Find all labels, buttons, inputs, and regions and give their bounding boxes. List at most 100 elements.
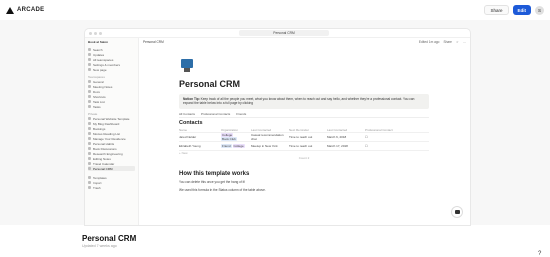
plus-icon	[88, 68, 91, 71]
cell-next[interactable]: Time to reach out	[289, 135, 327, 139]
page-icon	[88, 132, 91, 135]
share-button[interactable]: Share	[484, 5, 509, 15]
cell-date[interactable]: March 6, 2018	[327, 135, 365, 139]
arcade-logo-icon	[6, 6, 14, 14]
template-icon	[88, 176, 91, 179]
page-icon	[88, 142, 91, 145]
page-icon	[88, 147, 91, 150]
close-dot-icon[interactable]	[89, 31, 92, 35]
callout-text: Keep track of all the people you meet, w…	[183, 97, 415, 106]
footer-subtitle: Updated 7 weeks ago	[82, 244, 117, 248]
tip-callout: Notion Tip: Keep track of all the people…	[179, 94, 429, 109]
sidebar-item[interactable]: New page	[88, 67, 135, 72]
page-content: Personal CRM Edited 1m ago Share ☆ … Per…	[139, 38, 470, 225]
page-title[interactable]: Personal CRM	[179, 79, 429, 89]
sidebar-item[interactable]: Trash	[88, 185, 135, 190]
callout-label: Notion Tip:	[183, 97, 200, 101]
table-row[interactable]: Elizabeth Young Friend College Meetup in …	[179, 142, 429, 151]
column-header[interactable]: Organization	[221, 128, 251, 132]
page-icon	[88, 157, 91, 160]
column-header[interactable]: Last Contacted	[251, 128, 289, 132]
window-titlebar: Personal CRM	[85, 29, 470, 38]
cell-organization[interactable]: Friend College	[221, 143, 251, 148]
avatar[interactable]: S	[535, 5, 544, 15]
chat-bubble-button[interactable]	[452, 207, 462, 217]
cell-name[interactable]: Jared Nelder	[179, 135, 221, 139]
search-icon	[88, 48, 91, 51]
minimize-dot-icon[interactable]	[94, 31, 97, 35]
sidebar-top-list: Search Updates All teamspaces Settings &…	[88, 47, 135, 72]
tab-all-contacts[interactable]: All Contacts	[179, 112, 195, 116]
sidebar-private-list: Personal Website Template My Blog Dashbo…	[88, 116, 135, 171]
page-icon	[88, 137, 91, 140]
count-label: Count 2	[298, 156, 310, 161]
tag: Friend	[221, 143, 232, 148]
column-header[interactable]: Next Reminder	[289, 128, 327, 132]
cell-next[interactable]: Time to reach out	[289, 144, 327, 148]
sidebar-item-personal-crm[interactable]: Personal CRM	[88, 166, 135, 171]
checkbox[interactable]: ☐	[365, 144, 405, 148]
tag: College	[232, 143, 245, 148]
page-icon	[88, 152, 91, 155]
trash-icon	[88, 186, 91, 189]
page-share-button[interactable]: Share	[443, 40, 452, 44]
cell-name[interactable]: Elizabeth Young	[179, 144, 221, 148]
clock-icon	[88, 53, 91, 56]
computer-stand-shape	[184, 68, 190, 72]
gear-icon	[88, 63, 91, 66]
tab-friends[interactable]: Friends	[236, 112, 246, 116]
cell-last[interactable]: Casual recommendation chat	[251, 133, 289, 141]
sidebar-item[interactable]: Tasks	[88, 104, 135, 109]
maximize-dot-icon[interactable]	[99, 31, 102, 35]
database-tabs: All Contacts Professional Contacts Frien…	[179, 112, 429, 118]
column-header[interactable]: Last Contacted	[327, 128, 365, 132]
paragraph: You can delete this once you get the han…	[179, 179, 246, 184]
cell-organization[interactable]: CollegeBook Club	[221, 132, 251, 141]
cell-last[interactable]: Meetup in New York	[251, 144, 289, 148]
chat-icon	[454, 210, 460, 214]
table-row[interactable]: Jared Nelder CollegeBook Club Casual rec…	[179, 132, 429, 142]
page-topbar: Personal CRM Edited 1m ago Share ☆ …	[139, 38, 470, 45]
breadcrumb[interactable]: Personal CRM	[143, 40, 164, 44]
import-icon	[88, 181, 91, 184]
sidebar-item[interactable]: Personal Website Template	[88, 116, 135, 121]
edited-meta: Edited 1m ago	[418, 39, 440, 44]
favorite-icon[interactable]: ☆	[456, 40, 459, 44]
help-icon[interactable]: ?	[538, 251, 541, 257]
footer-title: Personal CRM	[82, 234, 137, 243]
workspace-name[interactable]: Book at Salon	[88, 40, 135, 44]
contacts-table: Name Organization Last Contacted Next Re…	[179, 128, 429, 161]
page-body: Personal CRM Notion Tip: Keep track of a…	[179, 58, 429, 197]
page-icon	[88, 127, 91, 130]
checkbox[interactable]: ☐	[365, 135, 405, 139]
brand-name: ARCADE	[17, 7, 45, 13]
computer-screen-shape	[181, 59, 193, 68]
page-icon	[88, 117, 91, 120]
paragraph: We used this formula in the Status colum…	[179, 188, 266, 193]
address-bar[interactable]: Personal CRM	[239, 30, 329, 36]
page-icon	[88, 90, 91, 93]
page-icon	[88, 85, 91, 88]
more-icon[interactable]: …	[463, 40, 466, 44]
edit-button[interactable]: Edit	[512, 5, 531, 15]
page-icon	[88, 80, 91, 83]
section-heading: How this template works	[179, 170, 250, 177]
app-window: Personal CRM Book at Salon Search Update…	[85, 29, 470, 225]
column-header[interactable]: Professional Contact	[365, 128, 405, 132]
page-icon	[88, 167, 91, 170]
grid-icon	[88, 58, 91, 61]
page-icon	[88, 95, 91, 98]
computer-icon[interactable]	[179, 58, 195, 74]
page-icon	[88, 100, 91, 103]
window-controls	[89, 31, 102, 35]
column-header[interactable]: Name	[179, 128, 221, 132]
sidebar: Book at Salon Search Updates All teamspa…	[85, 38, 139, 225]
page-icon	[88, 162, 91, 165]
brand[interactable]: ARCADE	[6, 6, 44, 14]
footer: Personal CRM Updated 7 weeks ago	[82, 234, 136, 248]
page-icon	[88, 122, 91, 125]
cell-date[interactable]: March 17, 2018	[327, 144, 365, 148]
demo-stage: Personal CRM Book at Salon Search Update…	[0, 20, 550, 225]
tab-professional-contacts[interactable]: Professional Contacts	[201, 112, 230, 116]
sidebar-bottom-list: Templates Import Trash	[88, 175, 135, 190]
